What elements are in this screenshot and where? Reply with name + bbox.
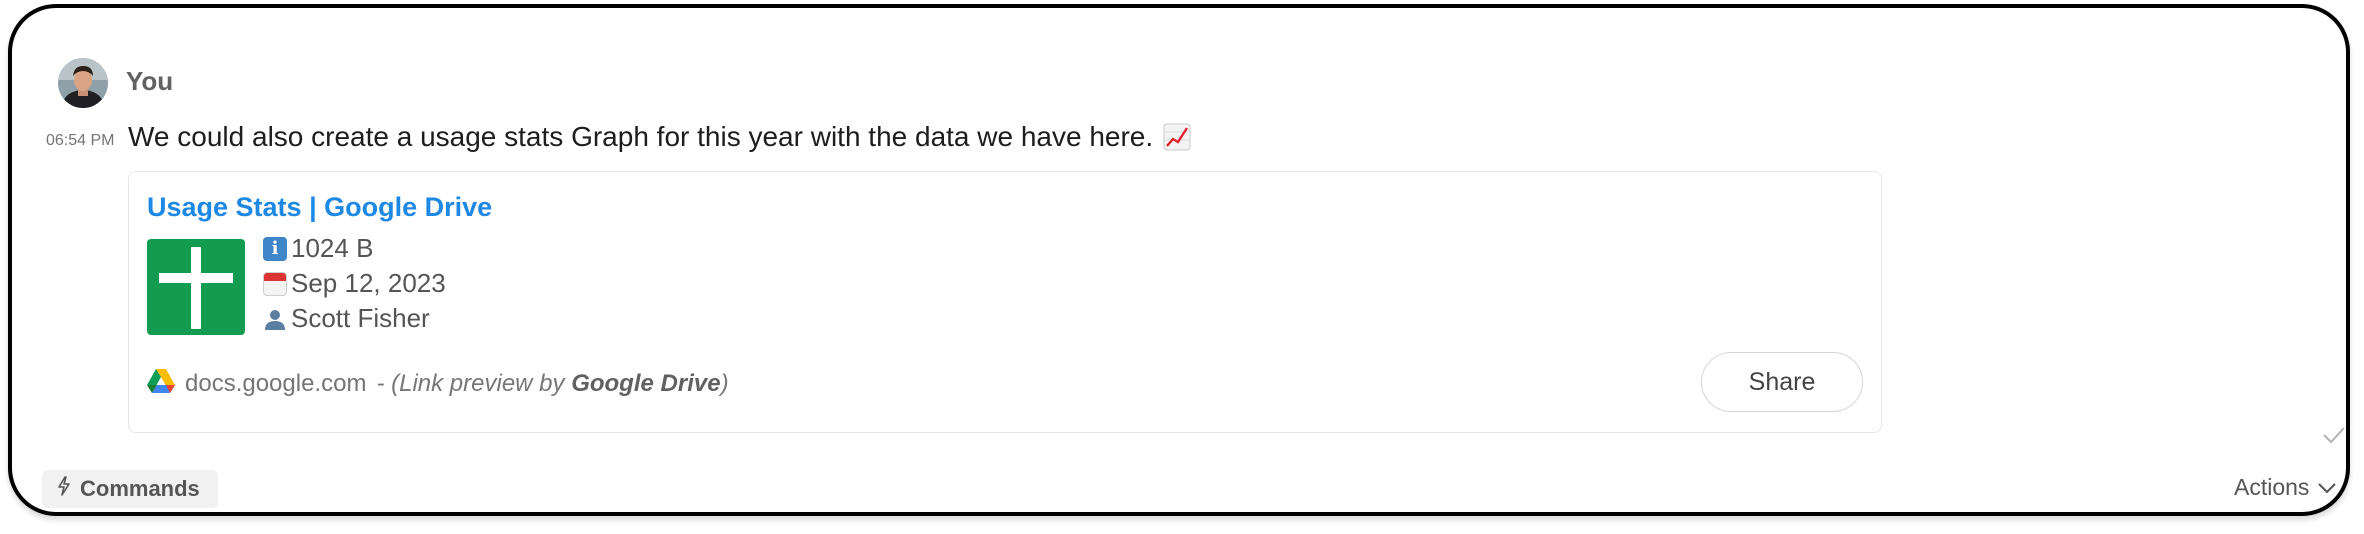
info-icon bbox=[263, 236, 287, 261]
commands-button[interactable]: Commands bbox=[42, 470, 218, 508]
message-text-row: We could also create a usage stats Graph… bbox=[128, 121, 1191, 153]
file-owner: Scott Fisher bbox=[291, 303, 430, 333]
chart-increasing-icon bbox=[1163, 123, 1191, 151]
bolt-icon bbox=[56, 476, 72, 502]
actions-menu[interactable]: Actions bbox=[2234, 474, 2337, 501]
message-text: We could also create a usage stats Graph… bbox=[128, 121, 1154, 152]
file-size: 1024 B bbox=[291, 233, 374, 263]
owner-row: Scott Fisher bbox=[263, 303, 430, 334]
calendar-icon bbox=[263, 271, 287, 296]
attribution-prefix: - (Link preview by bbox=[376, 370, 572, 397]
attribution-suffix: ) bbox=[720, 370, 729, 397]
preview-title-link[interactable]: Usage Stats | Google Drive bbox=[147, 192, 492, 223]
message-frame: You 06:54 PM We could also create a usag… bbox=[8, 4, 2350, 516]
attribution-source: Google Drive bbox=[571, 370, 721, 397]
commands-label: Commands bbox=[80, 476, 200, 501]
file-size-row: 1024 B bbox=[263, 233, 373, 264]
sender-name: You bbox=[126, 66, 174, 96]
google-sheets-icon bbox=[147, 239, 245, 335]
date-row: Sep 12, 2023 bbox=[263, 268, 446, 299]
avatar[interactable] bbox=[58, 58, 108, 108]
preview-footer: docs.google.com - (Link preview by Googl… bbox=[147, 368, 729, 400]
user-icon bbox=[263, 307, 287, 331]
actions-label: Actions bbox=[2234, 474, 2310, 500]
google-drive-icon bbox=[147, 368, 175, 400]
checkmark-icon bbox=[2322, 426, 2346, 444]
chevron-down-icon bbox=[2317, 474, 2337, 501]
link-preview-card: Usage Stats | Google Drive 1024 B Sep 12… bbox=[128, 171, 1882, 433]
share-button[interactable]: Share bbox=[1701, 352, 1863, 412]
file-date: Sep 12, 2023 bbox=[291, 268, 446, 298]
preview-attribution: - (Link preview by Google Drive) bbox=[376, 370, 728, 398]
message-timestamp: 06:54 PM bbox=[46, 132, 115, 149]
preview-domain[interactable]: docs.google.com bbox=[185, 370, 366, 398]
